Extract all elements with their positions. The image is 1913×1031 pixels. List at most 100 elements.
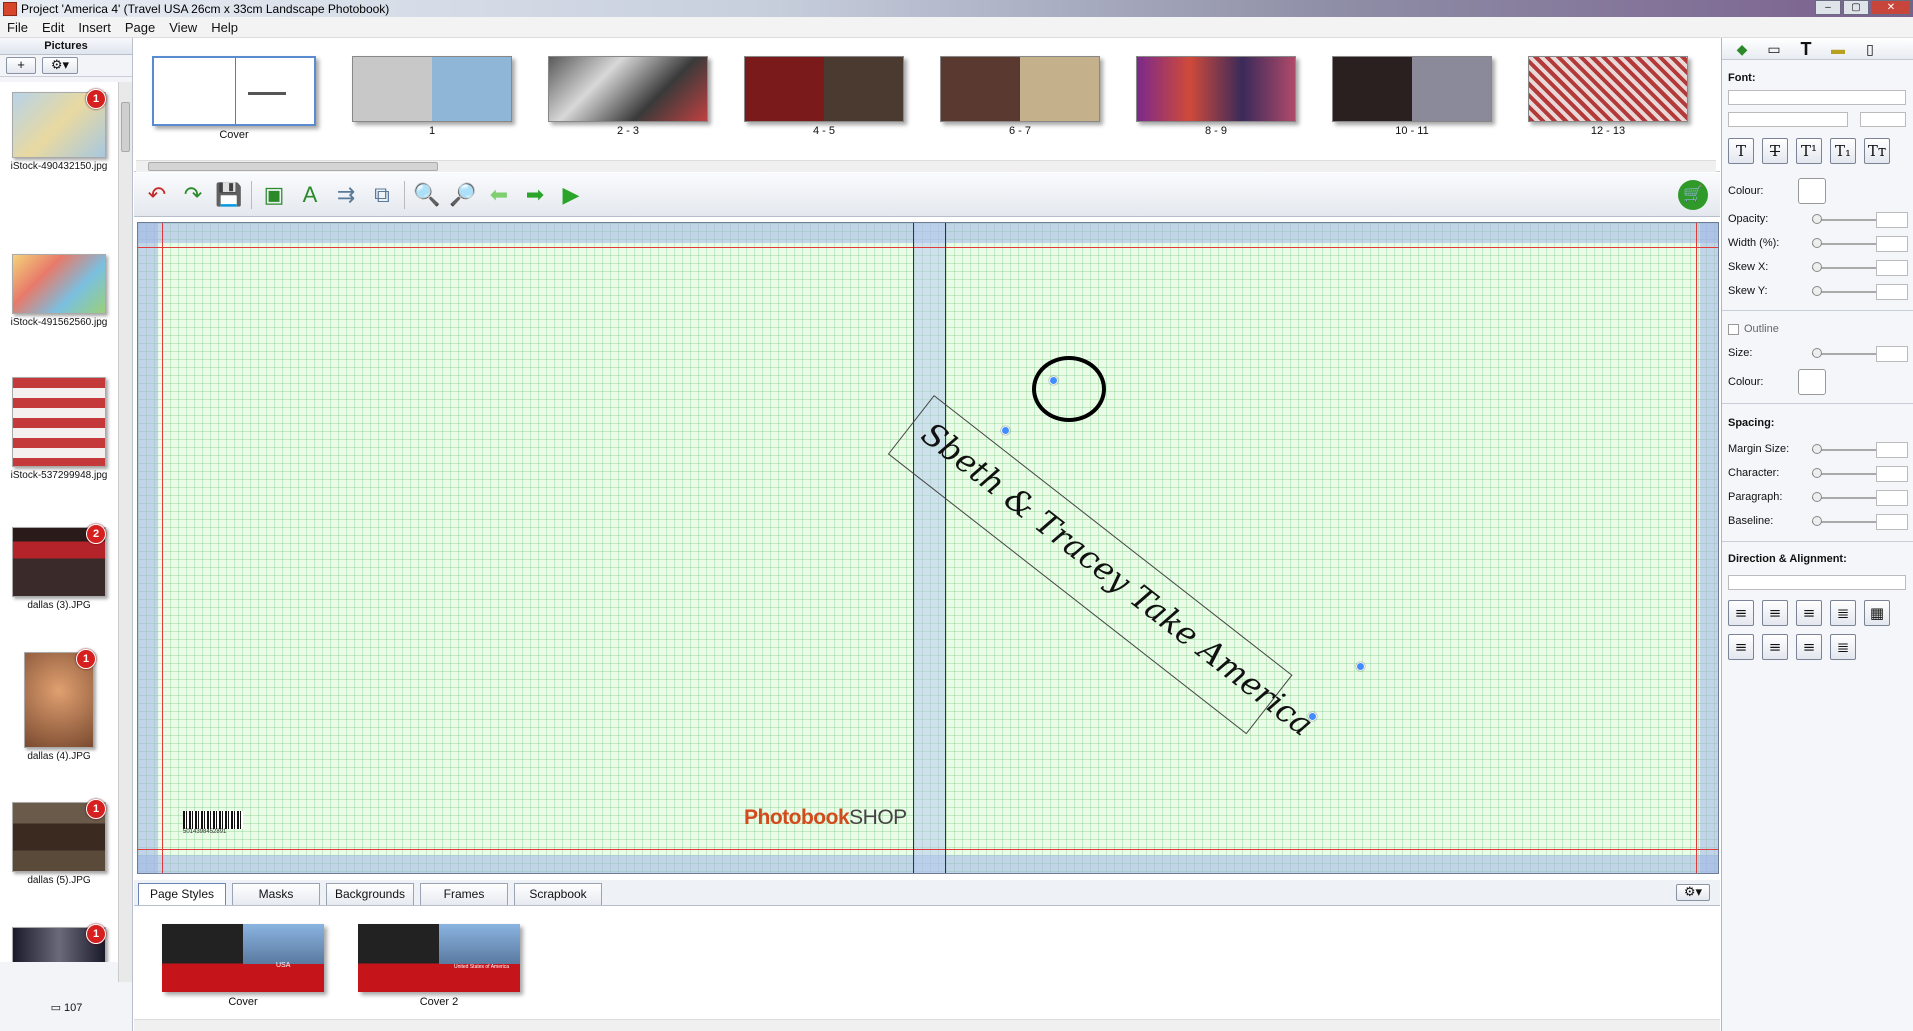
font-family-select[interactable] [1728, 90, 1906, 105]
skewx-slider[interactable] [1812, 262, 1876, 272]
page-thumb-1[interactable]: 1 [352, 56, 512, 137]
slider-thumb[interactable] [1812, 492, 1822, 502]
tab-frames[interactable]: Frames [420, 883, 508, 905]
picture-item[interactable]: 1 dallas (5).JPG [0, 799, 118, 886]
layout-button[interactable]: ⧉ [364, 178, 400, 212]
resize-handle[interactable] [1308, 712, 1317, 721]
page-canvas[interactable]: 5014398452891 PhotobookSHOP [137, 222, 1719, 874]
redo-button[interactable]: ↷ [175, 178, 211, 212]
menu-insert[interactable]: Insert [71, 20, 118, 35]
scroll-thumb[interactable] [148, 162, 438, 171]
minimize-button[interactable]: – [1815, 0, 1841, 15]
skewy-input[interactable] [1876, 284, 1908, 300]
paragraph-slider[interactable] [1812, 492, 1876, 502]
tab-text[interactable]: T [1792, 40, 1820, 58]
opacity-input[interactable] [1876, 212, 1908, 228]
menu-edit[interactable]: Edit [35, 20, 71, 35]
font-size-select[interactable] [1860, 112, 1906, 127]
slider-thumb[interactable] [1812, 214, 1822, 224]
close-button[interactable]: ✕ [1871, 0, 1911, 15]
autofill-button[interactable]: ⇉ [328, 178, 364, 212]
resize-handle[interactable] [1356, 662, 1365, 671]
add-picture-box-button[interactable]: ▣ [256, 178, 292, 212]
tab-page[interactable]: ▯ [1856, 40, 1884, 58]
library-settings-button[interactable]: ⚙▾ [1676, 884, 1710, 901]
page-thumb-6-7[interactable]: 6 - 7 [940, 56, 1100, 137]
width-slider[interactable] [1812, 238, 1876, 248]
tab-fill[interactable]: ◆ [1728, 40, 1756, 58]
outline-colour-swatch[interactable] [1798, 369, 1826, 395]
baseline-slider[interactable] [1812, 516, 1876, 526]
align-left-button[interactable]: ≡ [1728, 600, 1754, 626]
width-input[interactable] [1876, 236, 1908, 252]
add-picture-button[interactable]: + [6, 57, 36, 74]
text-superscript-button[interactable]: T¹ [1796, 138, 1822, 164]
tab-page-styles[interactable]: Page Styles [138, 883, 226, 905]
outline-checkbox[interactable] [1728, 324, 1739, 335]
valign-top-button[interactable]: ≡ [1728, 634, 1754, 660]
slider-thumb[interactable] [1812, 262, 1822, 272]
tab-scrapbook[interactable]: Scrapbook [514, 883, 602, 905]
text-subscript-button[interactable]: T₁ [1830, 138, 1856, 164]
picture-item[interactable]: 1 iStock-490432150.jpg [0, 89, 118, 172]
margin-input[interactable] [1876, 442, 1908, 458]
font-style-select[interactable] [1728, 112, 1848, 127]
style-item[interactable]: USA Cover [162, 924, 324, 1008]
paragraph-input[interactable] [1876, 490, 1908, 506]
align-center-button[interactable]: ≡ [1762, 600, 1788, 626]
pictures-settings-button[interactable]: ⚙▾ [42, 57, 78, 74]
picture-item[interactable]: 2 dallas (3).JPG [0, 524, 118, 611]
outline-size-input[interactable] [1876, 346, 1908, 362]
align-right-button[interactable]: ≡ [1796, 600, 1822, 626]
next-page-button[interactable]: ➡ [517, 178, 553, 212]
slider-thumb[interactable] [1812, 286, 1822, 296]
menu-view[interactable]: View [162, 20, 204, 35]
text-strike-button[interactable]: T [1762, 138, 1788, 164]
skewy-slider[interactable] [1812, 286, 1876, 296]
slider-thumb[interactable] [1812, 516, 1822, 526]
resize-handle[interactable] [1001, 426, 1010, 435]
slider-thumb[interactable] [1812, 444, 1822, 454]
direction-select[interactable] [1728, 575, 1906, 590]
picture-item[interactable]: 1 dallas (4).JPG [0, 649, 118, 762]
undo-button[interactable]: ↶ [139, 178, 175, 212]
maximize-button[interactable]: ▢ [1843, 0, 1869, 15]
tab-ruler[interactable]: ▬ [1824, 40, 1852, 58]
page-thumb-2-3[interactable]: 2 - 3 [548, 56, 708, 137]
character-input[interactable] [1876, 466, 1908, 482]
zoom-out-button[interactable]: 🔍 [409, 178, 445, 212]
outline-size-slider[interactable] [1812, 348, 1876, 358]
picture-item[interactable]: iStock-491562560.jpg [0, 254, 118, 328]
slider-thumb[interactable] [1812, 348, 1822, 358]
zoom-in-button[interactable]: 🔎 [445, 178, 481, 212]
character-slider[interactable] [1812, 468, 1876, 478]
align-justify-button[interactable]: ≣ [1830, 600, 1856, 626]
page-thumb-10-11[interactable]: 10 - 11 [1332, 56, 1492, 137]
preview-button[interactable]: ▶ [553, 178, 589, 212]
tab-border[interactable]: ▭ [1760, 40, 1788, 58]
opacity-slider[interactable] [1812, 214, 1876, 224]
tab-masks[interactable]: Masks [232, 883, 320, 905]
page-strip-scrollbar[interactable] [136, 160, 1716, 172]
page-thumb-4-5[interactable]: 4 - 5 [744, 56, 904, 137]
save-button[interactable]: 💾 [211, 178, 247, 212]
margin-slider[interactable] [1812, 444, 1876, 454]
tab-backgrounds[interactable]: Backgrounds [326, 883, 414, 905]
previous-page-button[interactable]: ⬅ [481, 178, 517, 212]
valign-bottom-button[interactable]: ≡ [1796, 634, 1822, 660]
picture-item[interactable]: 1 [0, 924, 118, 962]
slider-thumb[interactable] [1812, 468, 1822, 478]
text-normal-button[interactable]: T [1728, 138, 1754, 164]
valign-middle-button[interactable]: ≡ [1762, 634, 1788, 660]
pictures-scrollbar[interactable] [118, 82, 132, 982]
picture-item[interactable]: iStock-537299948.jpg [0, 377, 118, 481]
page-thumb-cover[interactable]: Cover [152, 56, 316, 141]
scroll-thumb[interactable] [121, 102, 130, 152]
style-item[interactable]: United States of America Cover 2 [358, 924, 520, 1008]
slider-thumb[interactable] [1812, 238, 1822, 248]
baseline-input[interactable] [1876, 514, 1908, 530]
text-smallcaps-button[interactable]: Tт [1864, 138, 1890, 164]
page-thumb-8-9[interactable]: 8 - 9 [1136, 56, 1296, 137]
align-grid-button[interactable]: ▦ [1864, 600, 1890, 626]
order-cart-button[interactable]: 🛒 [1678, 180, 1708, 210]
